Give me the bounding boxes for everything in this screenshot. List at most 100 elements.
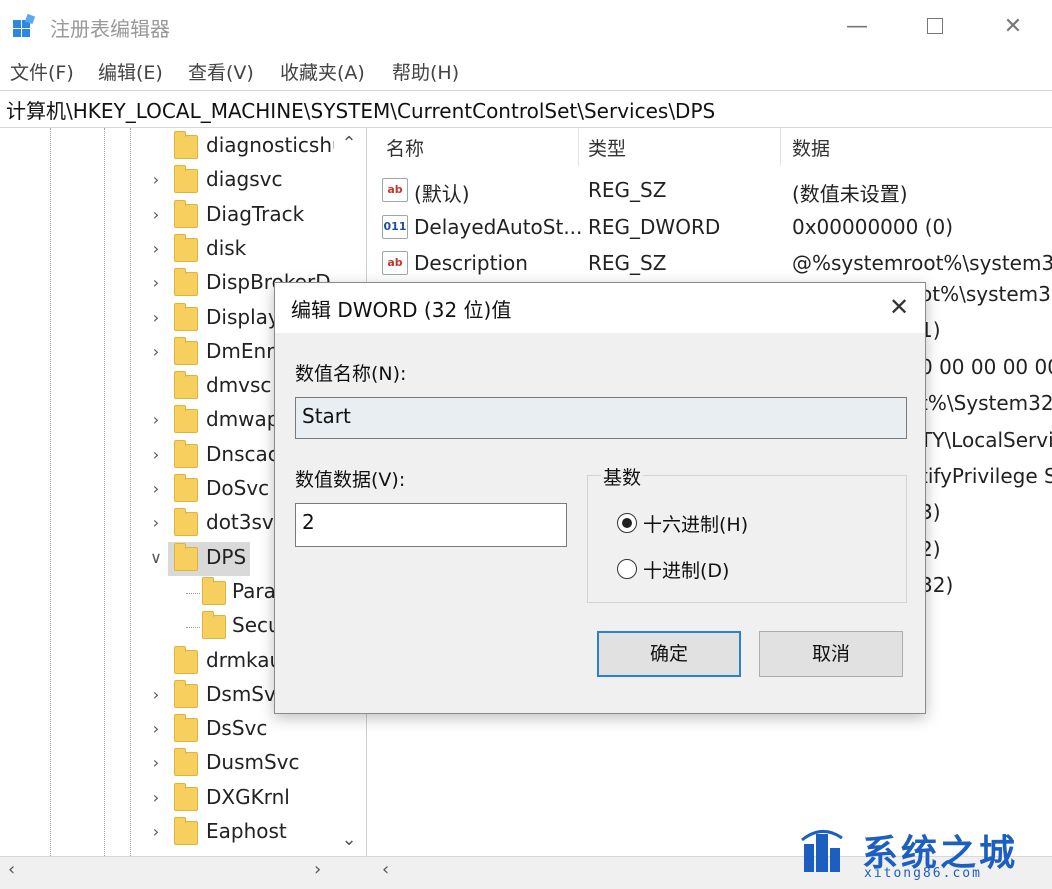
value-name-cell: (默认) xyxy=(414,182,470,206)
tree-item-label: dmvsc xyxy=(206,373,272,398)
tree-item-label: diagsvc xyxy=(206,167,283,192)
menu-favorites[interactable]: 收藏夹(A) xyxy=(280,58,365,85)
menu-file[interactable]: 文件(F) xyxy=(10,58,74,85)
ok-button[interactable]: 确定 xyxy=(597,631,741,677)
close-icon: ✕ xyxy=(1003,13,1023,39)
value-row[interactable]: ab (默认) REG_SZ (数值未设置) xyxy=(374,172,1052,208)
tree-item-label: DoSvc xyxy=(206,476,270,500)
column-header-name[interactable]: 名称 xyxy=(386,134,424,161)
chevron-right-icon[interactable]: › xyxy=(148,685,164,704)
folder-icon xyxy=(174,405,198,434)
folder-icon xyxy=(174,131,198,159)
folder-icon xyxy=(174,199,198,228)
value-row[interactable]: ab Description REG_SZ @%systemroot%\system3… xyxy=(374,245,1052,281)
watermark-url: xitong86.com xyxy=(864,866,982,881)
chevron-right-icon[interactable]: › xyxy=(148,719,164,738)
menu-edit[interactable]: 编辑(E) xyxy=(98,58,163,85)
chevron-down-icon[interactable]: ∨ xyxy=(148,548,164,567)
chevron-right-icon[interactable]: › xyxy=(148,753,164,772)
tree-connector xyxy=(186,627,200,629)
column-separator[interactable] xyxy=(578,128,579,166)
menu-help[interactable]: 帮助(H) xyxy=(392,58,459,85)
value-data-label: 数值数据(V): xyxy=(295,469,406,491)
chevron-right-icon[interactable]: › xyxy=(148,239,164,258)
column-separator[interactable] xyxy=(780,128,781,166)
tree-item-label: DsSvc xyxy=(206,716,268,741)
value-data-cell: @%systemroot%\system32 xyxy=(792,251,1052,275)
column-header-type[interactable]: 类型 xyxy=(588,134,626,161)
tree-scroll-left-icon[interactable]: ‹ xyxy=(8,859,15,880)
decimal-radio-label[interactable]: 十进制(D) xyxy=(643,556,729,583)
cancel-button[interactable]: 取消 xyxy=(759,631,903,677)
base-label: 基数 xyxy=(601,463,644,490)
address-path[interactable]: 计算机\HKEY_LOCAL_MACHINE\SYSTEM\CurrentCon… xyxy=(6,95,715,124)
tree-item[interactable]: › DXGKrnl xyxy=(0,782,340,816)
tree-item[interactable]: › disk xyxy=(0,233,340,267)
watermark-logo-icon xyxy=(801,830,843,872)
value-type-cell: REG_DWORD xyxy=(588,214,721,239)
tree-item[interactable]: › diagsvc xyxy=(0,164,340,198)
tree-item[interactable]: › DusmSvc xyxy=(0,747,340,781)
list-scroll-left-icon[interactable]: ‹ xyxy=(382,859,389,880)
scroll-up-icon[interactable]: ⌃ xyxy=(334,130,364,158)
chevron-right-icon[interactable]: › xyxy=(148,513,164,532)
address-bar[interactable]: 计算机\HKEY_LOCAL_MACHINE\SYSTEM\CurrentCon… xyxy=(0,90,1052,128)
folder-icon xyxy=(174,748,198,777)
tree-item-label: DiagTrack xyxy=(206,201,305,226)
value-data-field[interactable]: 2 xyxy=(295,503,567,547)
tree-item-label: DXGKrnl xyxy=(206,784,290,809)
folder-icon xyxy=(174,302,198,331)
minimize-button[interactable]: — xyxy=(818,0,896,52)
chevron-right-icon[interactable]: › xyxy=(148,273,164,292)
chevron-right-icon[interactable]: › xyxy=(148,822,164,841)
tree-item-label: Eaphost xyxy=(206,819,287,843)
folder-icon xyxy=(174,645,198,674)
folder-icon xyxy=(202,611,226,640)
chevron-right-icon[interactable]: › xyxy=(148,170,164,189)
tree-item-label: DPS xyxy=(206,544,247,569)
tree-item[interactable]: › DsSvc xyxy=(0,713,340,747)
scroll-down-icon[interactable]: ⌄ xyxy=(334,826,364,854)
chevron-right-icon[interactable]: › xyxy=(148,205,164,224)
title-bar: 注册表编辑器 — ✕ xyxy=(0,0,1052,52)
column-header-data[interactable]: 数据 xyxy=(792,134,830,161)
dialog-title: 编辑 DWORD (32 位)值 xyxy=(291,298,512,322)
dialog-title-bar: 编辑 DWORD (32 位)值 ✕ xyxy=(275,283,925,333)
menu-view[interactable]: 查看(V) xyxy=(188,58,254,85)
chevron-right-icon[interactable]: › xyxy=(148,445,164,464)
hex-radio[interactable] xyxy=(617,513,637,533)
chevron-right-icon[interactable]: › xyxy=(148,410,164,429)
chevron-right-icon[interactable]: › xyxy=(148,308,164,327)
menu-bar: 文件(F) 编辑(E) 查看(V) 收藏夹(A) 帮助(H) xyxy=(0,52,1052,88)
value-data-cell: (数值未设置) xyxy=(792,182,908,206)
maximize-icon xyxy=(927,18,943,34)
close-button[interactable]: ✕ xyxy=(974,0,1052,52)
value-name-field[interactable]: Start xyxy=(295,397,907,439)
tree-item[interactable]: › DiagTrack xyxy=(0,199,340,233)
value-data-cell: tifyPrivilege S xyxy=(920,464,1052,488)
folder-icon xyxy=(174,542,198,571)
decimal-radio[interactable] xyxy=(617,559,637,579)
value-name-cell: Description xyxy=(414,251,528,275)
dialog-close-icon[interactable]: ✕ xyxy=(873,283,925,333)
hex-radio-label[interactable]: 十六进制(H) xyxy=(643,510,748,537)
value-data-cell: TY\LocalServi xyxy=(920,427,1052,452)
folder-icon xyxy=(174,714,198,743)
tree-scroll-right-icon[interactable]: › xyxy=(314,859,321,880)
value-data-cell: ot%\system32 xyxy=(920,282,1052,306)
minimize-icon: — xyxy=(846,13,868,39)
base-groupbox xyxy=(587,475,907,603)
maximize-button[interactable] xyxy=(896,0,974,52)
value-row[interactable]: 011 DelayedAutoSt... REG_DWORD 0x00000000 (… xyxy=(374,209,1052,245)
chevron-right-icon[interactable]: › xyxy=(148,479,164,498)
value-type-cell: REG_SZ xyxy=(588,251,667,275)
value-name-cell: DelayedAutoSt... xyxy=(414,214,583,239)
folder-icon xyxy=(174,165,198,194)
chevron-right-icon[interactable]: › xyxy=(148,788,164,807)
tree-item[interactable]: diagnosticshub xyxy=(0,130,357,164)
chevron-right-icon[interactable]: › xyxy=(148,342,164,361)
tree-item[interactable]: › Eaphost xyxy=(0,816,340,850)
binary-value-icon: 011 xyxy=(382,214,408,239)
value-data-cell: 0x00000000 (0) xyxy=(792,214,954,239)
regedit-app-icon xyxy=(13,14,36,37)
